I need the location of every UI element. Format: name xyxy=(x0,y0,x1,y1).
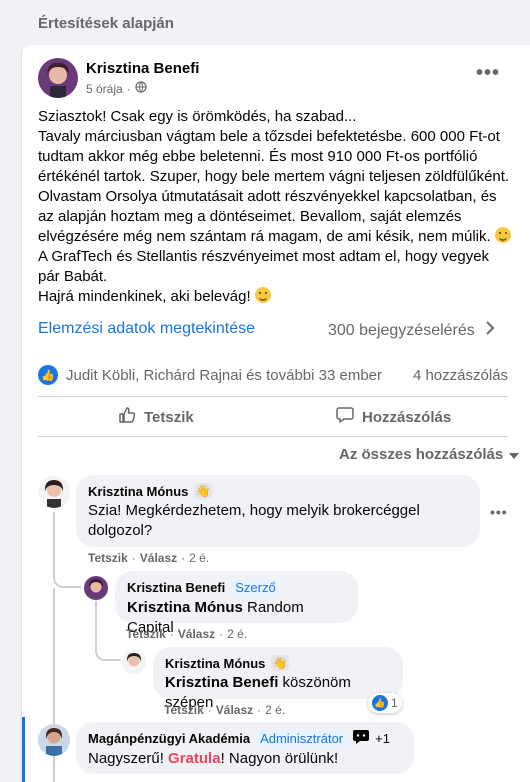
reply-bubble: Krisztina Mónus 👋 Krisztina Benefi köszö… xyxy=(153,647,403,711)
post-line-4: Hajrá mindenkinek, aki belevág! xyxy=(38,287,513,307)
like-reaction-icon: 👍 xyxy=(38,365,58,385)
post-body: Sziasztok! Csak egy is örömködés, ha sza… xyxy=(38,107,513,307)
comment-bubble: Magánpénzügyi Akadémia Adminisztrátor +1… xyxy=(76,722,414,774)
comment-text: Nagyszerű! Gratula! Nagyon örülünk! xyxy=(88,749,402,769)
section-title: Értesítések alapján xyxy=(38,15,174,32)
comment-text-c: ! Nagyon örülünk! xyxy=(220,750,339,767)
post-line-4-text: Hajrá mindenkinek, aki belevág! xyxy=(38,288,251,305)
like-button[interactable]: Tetszik xyxy=(118,406,194,428)
insights-link[interactable]: Elemzési adatok megtekintése xyxy=(38,320,255,338)
reply-time[interactable]: 2 é. xyxy=(265,703,285,717)
reply-mention[interactable]: Krisztina Mónus xyxy=(127,599,243,616)
comment-button[interactable]: Hozzászólás xyxy=(336,406,451,428)
chat-badge-icon xyxy=(353,730,370,747)
comment-author[interactable]: Krisztina Mónus xyxy=(88,484,188,499)
post-time[interactable]: 5 órája xyxy=(86,82,123,96)
thread-connector xyxy=(53,570,81,588)
meta-separator: · xyxy=(126,81,131,96)
highlight-marker xyxy=(22,717,25,782)
comment-like-button[interactable]: Tetszik xyxy=(88,551,128,565)
reactions-summary[interactable]: 👍 Judit Köbli, Richárd Rajnai és további… xyxy=(38,365,508,385)
reply-mention[interactable]: Krisztina Benefi xyxy=(165,674,278,691)
commenter-avatar[interactable] xyxy=(38,476,70,508)
comment-reaction-count[interactable]: 👍 1 xyxy=(368,693,402,713)
reply-reply-button[interactable]: Válasz xyxy=(178,627,215,641)
post-line-2: Tavaly márciusban vágtam bele a tőzsdei … xyxy=(38,127,513,247)
reply-actions: Tetszik · Válasz · 2 é. xyxy=(126,627,248,641)
like-label: Tetszik xyxy=(144,408,194,426)
gratula-text: Gratula xyxy=(168,750,221,767)
chevron-right-icon xyxy=(485,320,495,341)
thumbs-up-icon xyxy=(118,406,136,428)
sort-label: Az összes hozzászólás xyxy=(339,446,504,463)
comment-reply-button[interactable]: Válasz xyxy=(140,551,177,565)
comment-icon xyxy=(336,406,354,428)
comment-text: Szia! Megkérdezhetem, hogy melyik broker… xyxy=(88,502,420,539)
more-horizontal-icon[interactable]: ••• xyxy=(476,63,500,83)
comment-text-a: Nagyszerű! xyxy=(88,750,164,767)
reply-author[interactable]: Krisztina Benefi xyxy=(127,580,225,595)
author-role-badge: Szerző xyxy=(231,579,280,596)
extra-badge-count: +1 xyxy=(375,731,390,746)
wave-hand-icon: 👋 xyxy=(194,483,213,499)
comment-author[interactable]: Magánpénzügyi Akadémia xyxy=(88,731,250,746)
comment-sort-dropdown[interactable]: Az összes hozzászólás xyxy=(339,446,520,463)
post-line-2-text: Tavaly márciusban vágtam bele a tőzsdei … xyxy=(38,128,510,245)
admin-role-badge: Adminisztrátor xyxy=(256,730,348,747)
reply-reply-button[interactable]: Válasz xyxy=(216,703,253,717)
divider xyxy=(38,396,508,397)
author-avatar[interactable] xyxy=(38,58,78,98)
caret-down-icon xyxy=(509,446,520,463)
thread-connector xyxy=(95,645,121,661)
divider xyxy=(38,436,508,437)
reach-text: 300 bejegyzéselérés xyxy=(328,321,475,339)
comment-bubble: Krisztina Mónus 👋 Szia! Megkérdezhetem, … xyxy=(76,475,480,547)
globe-icon[interactable] xyxy=(135,81,147,96)
reply-like-button[interactable]: Tetszik xyxy=(126,627,166,641)
comment-label: Hozzászólás xyxy=(362,408,452,426)
reach-link[interactable]: 300 bejegyzéselérés xyxy=(328,320,495,341)
comment-more-icon[interactable]: ••• xyxy=(490,505,508,519)
comment-actions: Tetszik · Válasz · 2 é. xyxy=(88,551,210,565)
comment-time[interactable]: 2 é. xyxy=(189,551,209,565)
post-meta: 5 órája · xyxy=(86,81,147,96)
reply-author[interactable]: Krisztina Mónus xyxy=(165,656,265,671)
reply-actions: Tetszik · Válasz · 2 é. xyxy=(164,703,286,717)
reply-avatar[interactable] xyxy=(84,576,108,600)
page-avatar[interactable] xyxy=(38,724,70,756)
wave-hand-icon: 👋 xyxy=(271,655,290,671)
reply-bubble: Krisztina Benefi Szerző Krisztina Mónus … xyxy=(115,571,358,636)
thread-line xyxy=(53,512,55,572)
smile-emoji-icon xyxy=(494,227,511,243)
reply-time[interactable]: 2 é. xyxy=(227,627,247,641)
reactions-text: Judit Köbli, Richárd Rajnai és további 3… xyxy=(66,366,383,384)
like-reaction-icon: 👍 xyxy=(372,695,388,711)
thread-line xyxy=(95,601,97,647)
comment-count[interactable]: 4 hozzászólás xyxy=(413,367,508,384)
post-author-name[interactable]: Krisztina Benefi xyxy=(86,60,199,77)
reply-like-button[interactable]: Tetszik xyxy=(164,703,204,717)
smile-emoji-icon xyxy=(254,287,271,303)
reaction-number: 1 xyxy=(391,696,398,710)
reply-avatar[interactable] xyxy=(122,650,146,674)
post-line-3: A GrafTech és Stellantis részvényeimet m… xyxy=(38,248,490,285)
post-line-1: Sziasztok! Csak egy is örömködés, ha sza… xyxy=(38,108,357,125)
